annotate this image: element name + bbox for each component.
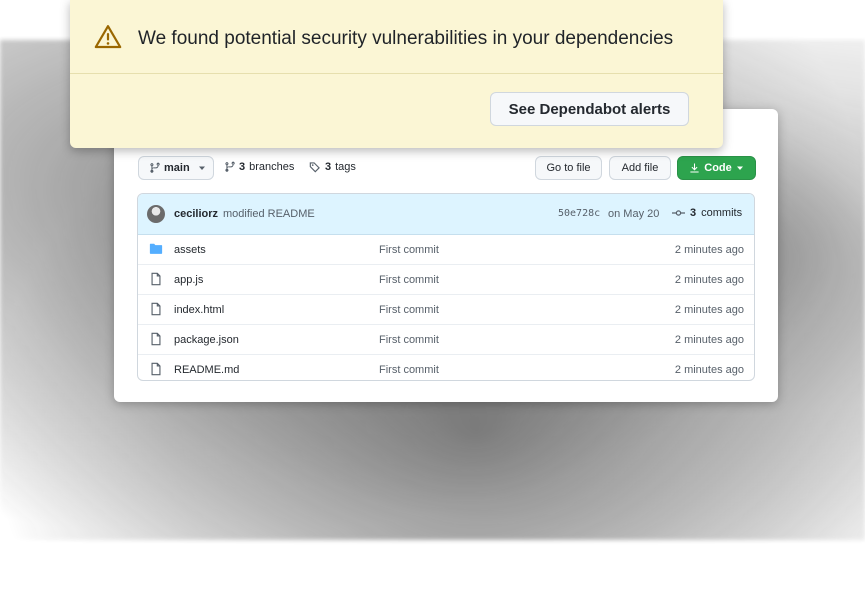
- branches-label: branches: [249, 161, 295, 173]
- file-row-index-html[interactable]: index.html First commit 2 minutes ago: [138, 295, 754, 325]
- commit-hash[interactable]: 50e728c: [558, 208, 600, 219]
- file-age: 2 minutes ago: [674, 274, 744, 286]
- folder-icon: [149, 243, 163, 254]
- repo-toolbar: main 3 branches 3 tags Go to file Add fi…: [138, 156, 756, 181]
- commit-author[interactable]: ceciliorz: [174, 208, 218, 220]
- branch-selector-button[interactable]: main: [138, 156, 214, 180]
- tags-link[interactable]: 3 tags: [309, 161, 356, 173]
- security-alert-banner: We found potential security vulnerabilit…: [70, 0, 723, 148]
- branches-link[interactable]: 3 branches: [224, 161, 294, 173]
- git-branch-icon: [225, 161, 235, 172]
- commit-date: on May 20: [608, 208, 660, 220]
- alert-message: We found potential security vulnerabilit…: [138, 28, 674, 49]
- branches-count: 3: [239, 161, 246, 173]
- file-row-assets[interactable]: assets First commit 2 minutes ago: [138, 235, 754, 265]
- commit-message[interactable]: modified README: [223, 208, 315, 220]
- download-icon: [690, 163, 699, 173]
- add-file-button[interactable]: Add file: [609, 156, 671, 180]
- file-icon: [151, 302, 161, 316]
- file-icon: [151, 332, 161, 346]
- tag-icon: [309, 162, 320, 173]
- file-row-app-js[interactable]: app.js First commit 2 minutes ago: [138, 265, 754, 295]
- file-age: 2 minutes ago: [674, 304, 744, 316]
- git-commit-icon: [672, 210, 685, 216]
- file-name[interactable]: app.js: [174, 274, 203, 286]
- repository-file-browser: main 3 branches 3 tags Go to file Add fi…: [114, 109, 778, 402]
- file-commit-message[interactable]: First commit: [379, 244, 439, 256]
- file-row-package-json[interactable]: package.json First commit 2 minutes ago: [138, 325, 754, 355]
- caret-down-icon: [198, 166, 205, 170]
- file-row-readme[interactable]: README.md First commit 2 minutes ago: [138, 355, 754, 380]
- file-commit-message[interactable]: First commit: [379, 274, 439, 286]
- code-button[interactable]: Code: [677, 156, 756, 180]
- file-commit-message[interactable]: First commit: [379, 334, 439, 346]
- warning-triangle-icon: [94, 25, 122, 49]
- commits-count: 3: [690, 207, 697, 219]
- alert-header: We found potential security vulnerabilit…: [70, 0, 723, 74]
- caret-down-icon: [736, 166, 743, 170]
- file-age: 2 minutes ago: [674, 244, 744, 256]
- avatar[interactable]: [147, 205, 165, 223]
- file-name[interactable]: README.md: [174, 364, 239, 376]
- see-dependabot-alerts-button[interactable]: See Dependabot alerts: [490, 92, 689, 126]
- file-commit-message[interactable]: First commit: [379, 304, 439, 316]
- file-name[interactable]: assets: [174, 244, 206, 256]
- go-to-file-button[interactable]: Go to file: [535, 156, 602, 180]
- tags-count: 3: [325, 161, 332, 173]
- file-age: 2 minutes ago: [674, 334, 744, 346]
- file-list: ceciliorz modified README 50e728c on May…: [137, 193, 755, 381]
- git-branch-icon: [150, 162, 160, 173]
- commits-label: commits: [701, 207, 743, 219]
- add-file-label: Add file: [621, 162, 659, 174]
- file-name[interactable]: index.html: [174, 304, 224, 316]
- code-button-label: Code: [704, 162, 732, 174]
- latest-commit-row: ceciliorz modified README 50e728c on May…: [138, 194, 754, 235]
- file-icon: [151, 272, 161, 286]
- branch-name: main: [164, 162, 190, 174]
- file-icon: [151, 362, 161, 376]
- commits-history-link[interactable]: 3 commits: [672, 207, 742, 219]
- file-commit-message[interactable]: First commit: [379, 364, 439, 376]
- file-age: 2 minutes ago: [674, 364, 744, 376]
- tags-label: tags: [335, 161, 356, 173]
- file-name[interactable]: package.json: [174, 334, 239, 346]
